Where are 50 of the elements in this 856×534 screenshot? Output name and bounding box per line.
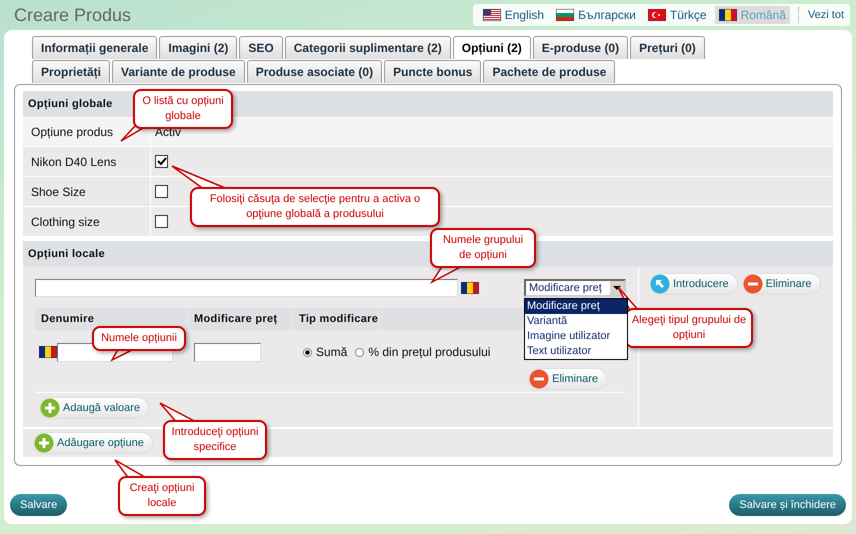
radio-option[interactable]: Sumă bbox=[303, 345, 348, 359]
tab[interactable]: Puncte bonus bbox=[384, 60, 482, 83]
language-option[interactable]: Български bbox=[552, 6, 640, 24]
tab[interactable]: Opțiuni (2) bbox=[452, 36, 531, 59]
type-dropdown[interactable]: Modificare preț bbox=[524, 279, 626, 297]
save-button[interactable]: Salvare bbox=[10, 494, 68, 516]
tab[interactable]: Variante de produse bbox=[112, 60, 245, 83]
radio-option[interactable]: % din prețul produsului bbox=[355, 345, 490, 359]
remove-value-button[interactable]: Eliminare bbox=[528, 368, 607, 390]
flag-icon bbox=[556, 9, 574, 21]
tab[interactable]: Imagini (2) bbox=[159, 36, 238, 59]
flag-icon bbox=[461, 282, 479, 294]
dropdown-option[interactable]: Text utilizator bbox=[525, 344, 627, 359]
remove-group-button[interactable]: Eliminare bbox=[742, 273, 821, 295]
tab[interactable]: E-produse (0) bbox=[532, 36, 628, 59]
tab[interactable]: Pachete de produse bbox=[483, 60, 616, 83]
checkbox[interactable] bbox=[155, 155, 168, 168]
plus-icon bbox=[40, 398, 60, 418]
add-value-button[interactable]: Adaugă valoare bbox=[39, 397, 150, 419]
minus-icon bbox=[529, 369, 550, 389]
section-title: Opțiuni locale bbox=[28, 248, 105, 260]
tab[interactable]: Produse asociate (0) bbox=[246, 60, 382, 83]
view-all-link[interactable]: Vezi tot bbox=[808, 9, 844, 21]
tab[interactable]: Proprietăți bbox=[32, 60, 110, 83]
tab[interactable]: Categorii suplimentare (2) bbox=[284, 36, 451, 59]
flag-icon bbox=[648, 9, 666, 21]
plus-icon bbox=[34, 433, 54, 453]
insert-button[interactable]: Introducere bbox=[649, 273, 738, 295]
flag-icon bbox=[718, 9, 737, 21]
language-option[interactable]: English bbox=[478, 6, 548, 24]
price-field[interactable] bbox=[194, 342, 261, 362]
minus-icon bbox=[742, 274, 763, 294]
tab[interactable]: Prețuri (0) bbox=[630, 36, 705, 59]
flag-icon bbox=[482, 9, 501, 21]
dropdown-option[interactable]: Modificare preț bbox=[525, 299, 627, 314]
option-label: Clothing size bbox=[23, 207, 151, 236]
language-option[interactable]: Türkçe bbox=[644, 6, 711, 24]
save-and-close-button[interactable]: Salvare și închidere bbox=[729, 494, 846, 516]
flag-icon bbox=[39, 346, 57, 358]
column-header: Modificare preț bbox=[188, 308, 293, 330]
dropdown-option[interactable]: Variantă bbox=[525, 314, 627, 329]
column-header: Tip modificare bbox=[293, 308, 380, 330]
add-option-button[interactable]: Adăugare opțiune bbox=[33, 432, 153, 454]
dropdown-option[interactable]: Imagine utilizator bbox=[525, 329, 627, 344]
tab[interactable]: SEO bbox=[239, 36, 283, 59]
tab[interactable]: Informații generale bbox=[32, 36, 158, 59]
checkbox[interactable] bbox=[155, 215, 168, 228]
section-title: Opțiuni globale bbox=[28, 98, 113, 110]
checkbox[interactable] bbox=[155, 185, 168, 198]
page-title: Creare Produs bbox=[14, 4, 132, 26]
